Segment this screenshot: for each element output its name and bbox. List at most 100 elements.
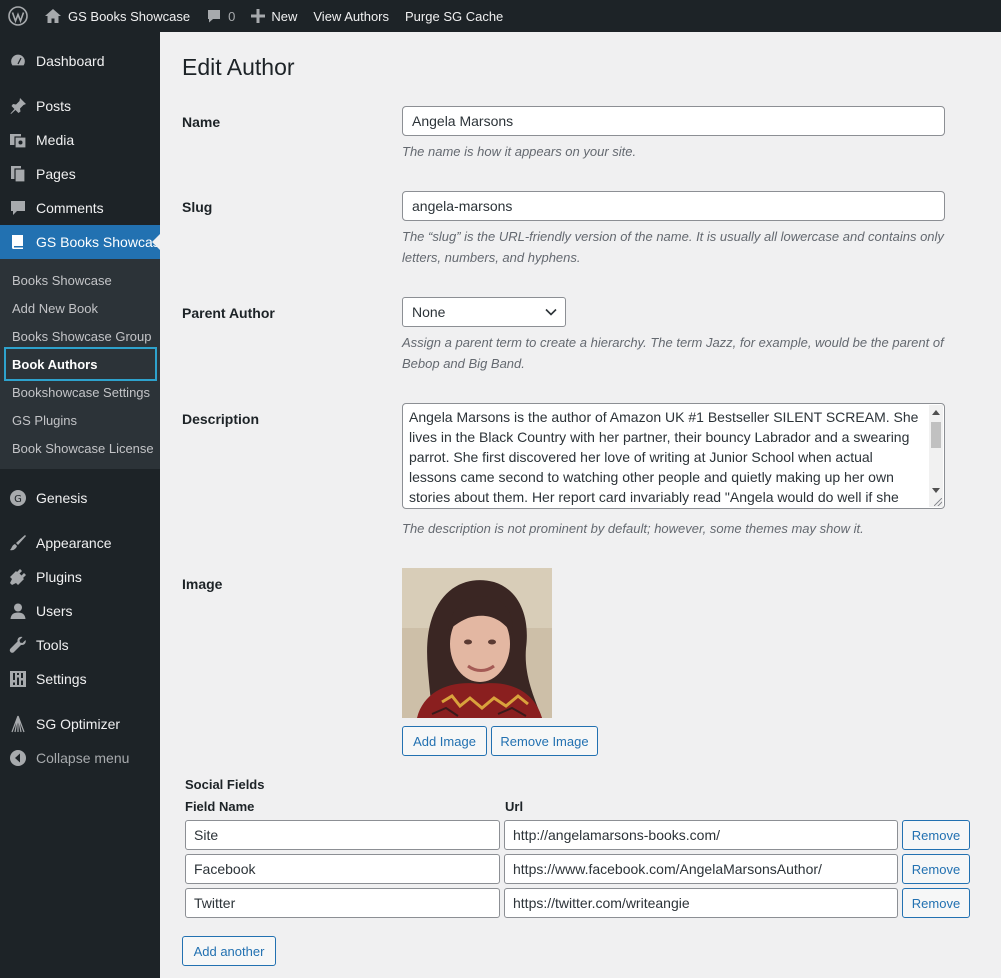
sidebar-item-appearance[interactable]: Appearance <box>0 526 160 560</box>
add-another-button[interactable]: Add another <box>182 936 276 966</box>
sidebar-item-label: GS Books Showcase <box>36 234 160 250</box>
description-help: The description is not prominent by defa… <box>402 521 864 536</box>
social-field-name-input[interactable]: Facebook <box>185 854 500 884</box>
sidebar-item-pages[interactable]: Pages <box>0 157 160 191</box>
submenu-item-books-showcase[interactable]: Books Showcase <box>0 266 160 294</box>
field-name-header: Field Name <box>185 799 255 814</box>
home-icon <box>45 9 61 23</box>
sidebar-item-label: Users <box>36 603 73 619</box>
add-image-button[interactable]: Add Image <box>402 726 487 756</box>
description-textarea[interactable]: Angela Marsons is the author of Amazon U… <box>402 403 945 509</box>
main-content: Edit Author Name Angela Marsons The name… <box>160 32 1001 978</box>
social-url-input[interactable]: https://twitter.com/writeangie <box>504 888 898 918</box>
plus-icon <box>251 9 266 23</box>
wordpress-logo-icon[interactable] <box>0 0 36 32</box>
remove-social-button[interactable]: Remove <box>902 888 970 918</box>
wrench-icon <box>0 636 36 654</box>
sidebar-item-label: Plugins <box>36 569 82 585</box>
settings-icon <box>0 670 36 688</box>
submenu-item-book-showcase-license[interactable]: Book Showcase License <box>0 434 160 462</box>
social-field-name-input[interactable]: Site <box>185 820 500 850</box>
sidebar-item-plugins[interactable]: Plugins <box>0 560 160 594</box>
social-url-input[interactable]: https://www.facebook.com/AngelaMarsonsAu… <box>504 854 898 884</box>
sidebar-item-media[interactable]: Media <box>0 123 160 157</box>
sidebar-item-label: Collapse menu <box>36 750 130 766</box>
url-header: Url <box>505 799 524 814</box>
resize-handle-icon[interactable] <box>934 498 942 506</box>
scroll-down-arrow-icon[interactable] <box>932 488 940 493</box>
sidebar-item-label: Genesis <box>36 490 88 506</box>
sidebar-item-gs-books-showcase[interactable]: GS Books Showcase <box>0 225 160 259</box>
pages-icon <box>0 165 36 183</box>
sidebar-item-label: Media <box>36 132 75 148</box>
scroll-thumb[interactable] <box>931 422 941 448</box>
sidebar-item-label: Comments <box>36 200 104 216</box>
remove-social-button[interactable]: Remove <box>902 820 970 850</box>
name-input[interactable]: Angela Marsons <box>402 106 945 136</box>
name-help: The name is how it appears on your site. <box>402 144 637 159</box>
sidebar-item-label: Tools <box>36 637 69 653</box>
sidebar-item-dashboard[interactable]: Dashboard <box>0 44 160 78</box>
parent-author-select[interactable]: None <box>402 297 566 327</box>
collapse-menu-button[interactable]: Collapse menu <box>0 741 160 775</box>
media-icon <box>0 131 36 149</box>
scroll-up-arrow-icon[interactable] <box>932 410 940 415</box>
new-content-link[interactable]: New <box>243 0 305 32</box>
description-text: Angela Marsons is the author of Amazon U… <box>409 409 919 505</box>
sidebar-item-tools[interactable]: Tools <box>0 628 160 662</box>
slug-help: The “slug” is the URL-friendly version o… <box>402 229 944 265</box>
parent-author-value: None <box>412 304 446 320</box>
description-scrollbar[interactable] <box>929 405 943 507</box>
sidebar-item-settings[interactable]: Settings <box>0 662 160 696</box>
genesis-icon: G <box>0 489 36 507</box>
comment-bubble-icon <box>208 10 221 23</box>
submenu-gs-books-showcase: Books Showcase Add New Book Books Showca… <box>0 259 160 469</box>
sidebar-item-label: Dashboard <box>36 53 105 69</box>
brush-icon <box>0 534 36 552</box>
svg-text:G: G <box>14 494 22 505</box>
plugin-icon <box>0 568 36 586</box>
image-label: Image <box>182 576 223 592</box>
sidebar-item-label: SG Optimizer <box>36 716 121 732</box>
sidebar-item-posts[interactable]: Posts <box>0 89 160 123</box>
author-photo <box>402 568 552 718</box>
dashboard-icon <box>0 52 36 70</box>
sidebar-item-label: Settings <box>36 671 87 687</box>
sidebar-item-genesis[interactable]: G Genesis <box>0 481 160 515</box>
view-authors-link[interactable]: View Authors <box>305 0 397 32</box>
remove-image-button[interactable]: Remove Image <box>491 726 598 756</box>
site-name-link[interactable]: GS Books Showcase <box>36 0 198 32</box>
new-label: New <box>271 8 298 24</box>
submenu-item-books-showcase-group[interactable]: Books Showcase Group <box>0 322 160 350</box>
admin-bar: GS Books Showcase 0 New View Authors Pur… <box>0 0 1001 32</box>
admin-sidebar: Dashboard Posts Media Pages Comments GS … <box>0 32 160 978</box>
sidebar-item-comments[interactable]: Comments <box>0 191 160 225</box>
purge-cache-link[interactable]: Purge SG Cache <box>397 0 511 32</box>
submenu-item-add-new-book[interactable]: Add New Book <box>0 294 160 322</box>
name-label: Name <box>182 114 221 130</box>
social-url-input[interactable]: http://angelamarsons-books.com/ <box>504 820 898 850</box>
collapse-icon <box>0 749 36 767</box>
comments-link[interactable]: 0 <box>198 0 243 32</box>
submenu-item-book-authors[interactable]: Book Authors <box>4 347 157 381</box>
chevron-down-icon <box>545 308 557 316</box>
parent-author-label: Parent Author <box>182 305 275 321</box>
submenu-item-gs-plugins[interactable]: GS Plugins <box>0 406 160 434</box>
parent-author-help: Assign a parent term to create a hierarc… <box>402 335 944 371</box>
pin-icon <box>0 97 36 115</box>
sidebar-item-users[interactable]: Users <box>0 594 160 628</box>
book-icon <box>0 233 36 251</box>
social-field-name-input[interactable]: Twitter <box>185 888 500 918</box>
submenu-item-bookshowcase-settings[interactable]: Bookshowcase Settings <box>0 378 160 406</box>
comments-count: 0 <box>228 8 236 24</box>
slug-input[interactable]: angela-marsons <box>402 191 945 221</box>
site-name-label: GS Books Showcase <box>68 8 191 24</box>
sidebar-item-label: Posts <box>36 98 72 114</box>
remove-social-button[interactable]: Remove <box>902 854 970 884</box>
user-icon <box>0 602 36 620</box>
sidebar-item-sg-optimizer[interactable]: SG Optimizer <box>0 707 160 741</box>
description-label: Description <box>182 411 260 427</box>
slug-label: Slug <box>182 199 213 215</box>
sidebar-item-label: Pages <box>36 166 76 182</box>
page-title: Edit Author <box>182 54 295 80</box>
